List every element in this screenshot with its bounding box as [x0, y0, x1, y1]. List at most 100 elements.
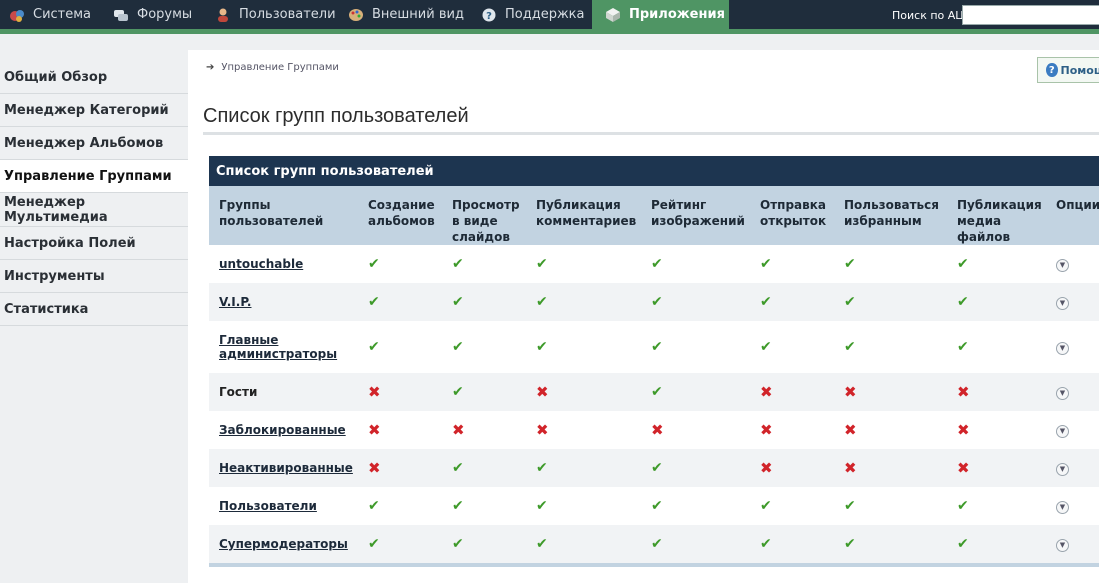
cross-icon: ✖ [844, 459, 857, 477]
cross-icon: ✖ [760, 383, 773, 401]
options-dropdown-icon[interactable]: ▼ [1056, 296, 1069, 310]
permission-cell: ✔ [750, 487, 834, 525]
sidebar-item-label: Менеджер Категорий [4, 102, 169, 118]
users-icon [215, 7, 231, 23]
page-title: Список групп пользователей [203, 105, 469, 127]
nav-item-support[interactable]: ? Поддержка [481, 0, 585, 29]
group-name-link[interactable]: Главные администраторы [219, 333, 337, 361]
cross-icon: ✖ [368, 383, 381, 401]
checkmark-icon: ✔ [368, 294, 380, 310]
permission-cell: ✔ [641, 373, 750, 411]
search-input[interactable] [962, 5, 1099, 25]
checkmark-icon: ✔ [536, 460, 548, 476]
checkmark-icon: ✔ [957, 294, 969, 310]
group-name-cell: untouchable [209, 245, 358, 283]
sidebar-item-statistics[interactable]: Статистика [0, 293, 188, 326]
sidebar: Общий Обзор Менеджер Категорий Менеджер … [0, 61, 188, 326]
main-content: ➔ Управление Группами ? Помощ Список гру… [188, 50, 1099, 583]
permission-cell: ✖ [358, 449, 442, 487]
column-header: Публикация комментариев [526, 186, 641, 245]
arrow-right-icon: ➔ [206, 62, 215, 73]
group-name-link[interactable]: untouchable [219, 257, 303, 271]
permission-cell: ✖ [750, 373, 834, 411]
group-name-link[interactable]: Супермодераторы [219, 537, 348, 551]
permission-cell: ✖ [834, 449, 947, 487]
checkmark-icon: ✔ [760, 536, 772, 552]
group-name-link[interactable]: Пользователи [219, 499, 317, 513]
sidebar-item-label: Инструменты [4, 268, 105, 284]
sidebar-item-album-manager[interactable]: Менеджер Альбомов [0, 127, 188, 160]
checkmark-icon: ✔ [844, 339, 856, 355]
sidebar-item-group-management[interactable]: Управление Группами [0, 160, 188, 193]
search-label: Поиск по АЦ [892, 9, 964, 22]
cross-icon: ✖ [760, 421, 773, 439]
sidebar-item-category-manager[interactable]: Менеджер Категорий [0, 94, 188, 127]
permission-cell: ✔ [526, 525, 641, 563]
permission-cell: ✔ [947, 321, 1046, 373]
options-dropdown-icon[interactable]: ▼ [1056, 500, 1069, 514]
options-dropdown-icon[interactable]: ▼ [1056, 462, 1069, 476]
checkmark-icon: ✔ [452, 256, 464, 272]
options-cell: ▼ [1046, 283, 1099, 321]
checkmark-icon: ✔ [452, 536, 464, 552]
support-icon: ? [481, 7, 497, 23]
options-dropdown-icon[interactable]: ▼ [1056, 258, 1069, 272]
checkmark-icon: ✔ [536, 536, 548, 552]
checkmark-icon: ✔ [651, 384, 663, 400]
sidebar-item-tools[interactable]: Инструменты [0, 260, 188, 293]
permission-cell: ✔ [947, 525, 1046, 563]
group-name-link[interactable]: V.I.P. [219, 295, 251, 309]
sidebar-item-label: Настройка Полей [4, 235, 136, 251]
column-header: Группы пользователей [209, 186, 358, 245]
group-name-cell: Гости [209, 373, 358, 411]
checkmark-icon: ✔ [536, 256, 548, 272]
breadcrumb-item[interactable]: Управление Группами [221, 62, 339, 73]
nav-accent-line [0, 29, 1099, 34]
apps-icon [605, 7, 621, 23]
options-dropdown-icon[interactable]: ▼ [1056, 386, 1069, 400]
checkmark-icon: ✔ [651, 256, 663, 272]
group-name-cell: Неактивированные [209, 449, 358, 487]
nav-item-system[interactable]: Система [9, 0, 91, 29]
checkmark-icon: ✔ [651, 536, 663, 552]
checkmark-icon: ✔ [651, 460, 663, 476]
table-row: Супермодераторы ✔ ✔ ✔ ✔ ✔ ✔ ✔ ▼ [209, 525, 1099, 563]
permission-cell: ✔ [526, 283, 641, 321]
options-dropdown-icon[interactable]: ▼ [1056, 424, 1069, 438]
nav-item-users[interactable]: Пользователи [215, 0, 336, 29]
table-row: untouchable ✔ ✔ ✔ ✔ ✔ ✔ ✔ ▼ [209, 245, 1099, 283]
permission-cell: ✔ [442, 525, 526, 563]
nav-item-apps[interactable]: Приложения [592, 0, 729, 29]
sidebar-item-label: Общий Обзор [4, 69, 108, 85]
permission-cell: ✖ [834, 411, 947, 449]
permission-cell: ✔ [526, 487, 641, 525]
permission-cell: ✔ [442, 321, 526, 373]
nav-item-appearance[interactable]: Внешний вид [348, 0, 464, 29]
sidebar-item-media-manager[interactable]: Менеджер Мультимедиа [0, 193, 188, 227]
group-name-link[interactable]: Заблокированные [219, 423, 346, 437]
table-row: Пользователи ✔ ✔ ✔ ✔ ✔ ✔ ✔ ▼ [209, 487, 1099, 525]
column-header: Пользоваться избранным [834, 186, 947, 245]
options-dropdown-icon[interactable]: ▼ [1056, 341, 1069, 355]
checkmark-icon: ✔ [760, 339, 772, 355]
sidebar-item-overview[interactable]: Общий Обзор [0, 61, 188, 94]
options-cell: ▼ [1046, 411, 1099, 449]
help-button[interactable]: ? Помощ [1037, 57, 1099, 83]
checkmark-icon: ✔ [368, 339, 380, 355]
checkmark-icon: ✔ [536, 498, 548, 514]
checkmark-icon: ✔ [651, 294, 663, 310]
column-header: Рейтинг изображений [641, 186, 750, 245]
sidebar-item-field-settings[interactable]: Настройка Полей [0, 227, 188, 260]
options-dropdown-icon[interactable]: ▼ [1056, 538, 1069, 552]
group-name-link[interactable]: Неактивированные [219, 461, 353, 475]
checkmark-icon: ✔ [957, 536, 969, 552]
options-cell: ▼ [1046, 449, 1099, 487]
checkmark-icon: ✔ [368, 498, 380, 514]
permission-cell: ✖ [750, 449, 834, 487]
permission-cell: ✖ [526, 411, 641, 449]
permission-cell: ✔ [750, 283, 834, 321]
permission-cell: ✔ [947, 245, 1046, 283]
permission-cell: ✔ [358, 321, 442, 373]
nav-item-forums[interactable]: Форумы [113, 0, 192, 29]
checkmark-icon: ✔ [368, 256, 380, 272]
